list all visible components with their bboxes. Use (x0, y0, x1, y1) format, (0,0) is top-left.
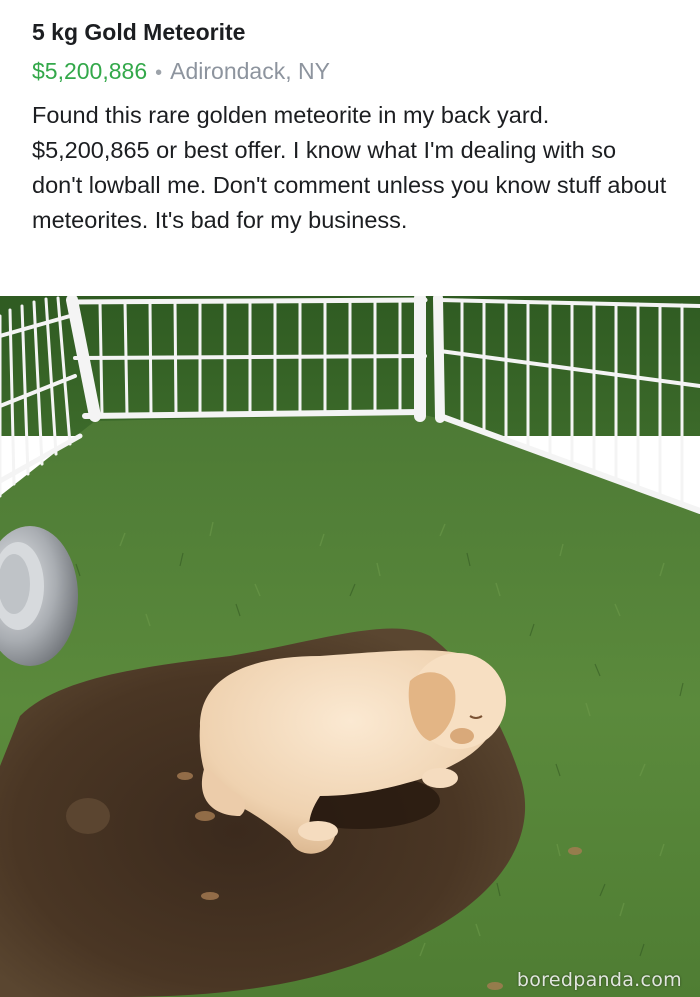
watermark: boredpanda.com (516, 969, 682, 991)
listing-photo[interactable] (0, 296, 700, 997)
listing-title: 5 kg Gold Meteorite (32, 19, 246, 45)
separator-dot: • (155, 62, 163, 84)
listing-price: $5,200,886 (32, 58, 148, 84)
dirt-clump (66, 798, 110, 834)
listing-location[interactable]: Adirondack, NY (170, 58, 330, 84)
listing-description: Found this rare golden meteorite in my b… (32, 102, 667, 233)
listing-header: 5 kg Gold Meteorite $5,200,886 • Adirondac… (0, 0, 700, 296)
listing-meta: $5,200,886 • Adirondack, NY (32, 56, 672, 88)
